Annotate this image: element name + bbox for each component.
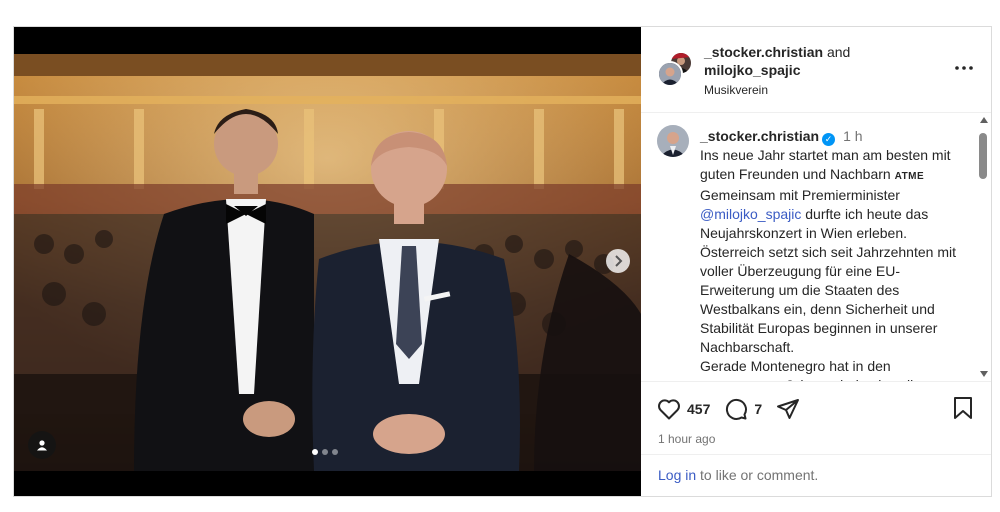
post-sidebar: _stocker.christian and milojko_spajic Mu… bbox=[641, 27, 991, 496]
bookmark-icon bbox=[954, 397, 972, 419]
like-button[interactable] bbox=[657, 398, 681, 420]
caption-username-link[interactable]: _stocker.christian bbox=[700, 128, 819, 144]
header-connector: and bbox=[826, 44, 851, 60]
mention-link[interactable]: @milojko_spajic bbox=[700, 206, 801, 222]
caption-line-2: Gemeinsam mit Premierminister bbox=[700, 187, 900, 203]
caption-time: 1 h bbox=[843, 128, 863, 144]
like-count[interactable]: 457 bbox=[687, 401, 710, 417]
header-user2-link[interactable]: milojko_spajic bbox=[704, 62, 800, 78]
heart-icon bbox=[658, 399, 680, 420]
caption-scrollbar[interactable] bbox=[979, 117, 988, 377]
collab-avatars[interactable] bbox=[657, 51, 693, 87]
tagged-users-button[interactable] bbox=[28, 431, 56, 459]
comment-count[interactable]: 7 bbox=[754, 401, 762, 417]
login-link[interactable]: Log in bbox=[658, 467, 696, 483]
carousel-dot bbox=[322, 449, 328, 455]
carousel-dot-active bbox=[312, 449, 318, 455]
caption-avatar[interactable] bbox=[657, 125, 689, 157]
post-actions: 457 7 1 hour ago Log in to like or comme… bbox=[641, 381, 991, 496]
next-image-button[interactable] bbox=[606, 249, 630, 273]
comment-icon bbox=[726, 398, 748, 420]
action-row: 457 7 bbox=[657, 396, 800, 422]
share-button[interactable] bbox=[776, 397, 800, 421]
post-media[interactable] bbox=[14, 27, 641, 496]
login-prompt: Log in to like or comment. bbox=[641, 454, 991, 496]
header-user1-link[interactable]: _stocker.christian bbox=[704, 44, 823, 60]
header-usernames: _stocker.christian and milojko_spajic Mu… bbox=[704, 43, 850, 99]
user-icon bbox=[37, 440, 47, 451]
location-link[interactable]: Musikverein bbox=[704, 81, 850, 99]
instagram-post: _stocker.christian and milojko_spajic Mu… bbox=[13, 26, 992, 497]
carousel-indicator bbox=[312, 449, 338, 455]
caption-text: _stocker.christian ✓ 1 h Ins neue Jahr sta… bbox=[700, 127, 968, 381]
comment-button[interactable] bbox=[724, 397, 748, 421]
caption-line-5: Gerade Montenegro hat in den vergangenen… bbox=[700, 358, 913, 381]
post-photo bbox=[14, 54, 641, 471]
scrollbar-thumb[interactable] bbox=[979, 133, 987, 179]
atme-flag-text: ATME bbox=[894, 171, 925, 182]
save-button[interactable] bbox=[953, 396, 973, 425]
carousel-dot bbox=[332, 449, 338, 455]
caption-line-4: Österreich setzt sich seit Jahrzehnten m… bbox=[700, 244, 956, 355]
more-horizontal-icon bbox=[955, 66, 973, 70]
verified-badge-icon: ✓ bbox=[822, 133, 836, 146]
avatar-stocker bbox=[657, 61, 683, 87]
scroll-down-arrow-icon[interactable] bbox=[980, 371, 988, 377]
scroll-up-arrow-icon[interactable] bbox=[980, 117, 988, 123]
more-options-button[interactable] bbox=[955, 59, 973, 70]
login-prompt-text: to like or comment. bbox=[696, 467, 819, 483]
post-timestamp[interactable]: 1 hour ago bbox=[658, 432, 715, 446]
send-icon bbox=[777, 399, 800, 419]
post-header: _stocker.christian and milojko_spajic Mu… bbox=[641, 27, 991, 113]
chevron-right-icon bbox=[615, 255, 623, 267]
caption-scroll-area[interactable]: _stocker.christian ✓ 1 h Ins neue Jahr sta… bbox=[641, 113, 991, 381]
